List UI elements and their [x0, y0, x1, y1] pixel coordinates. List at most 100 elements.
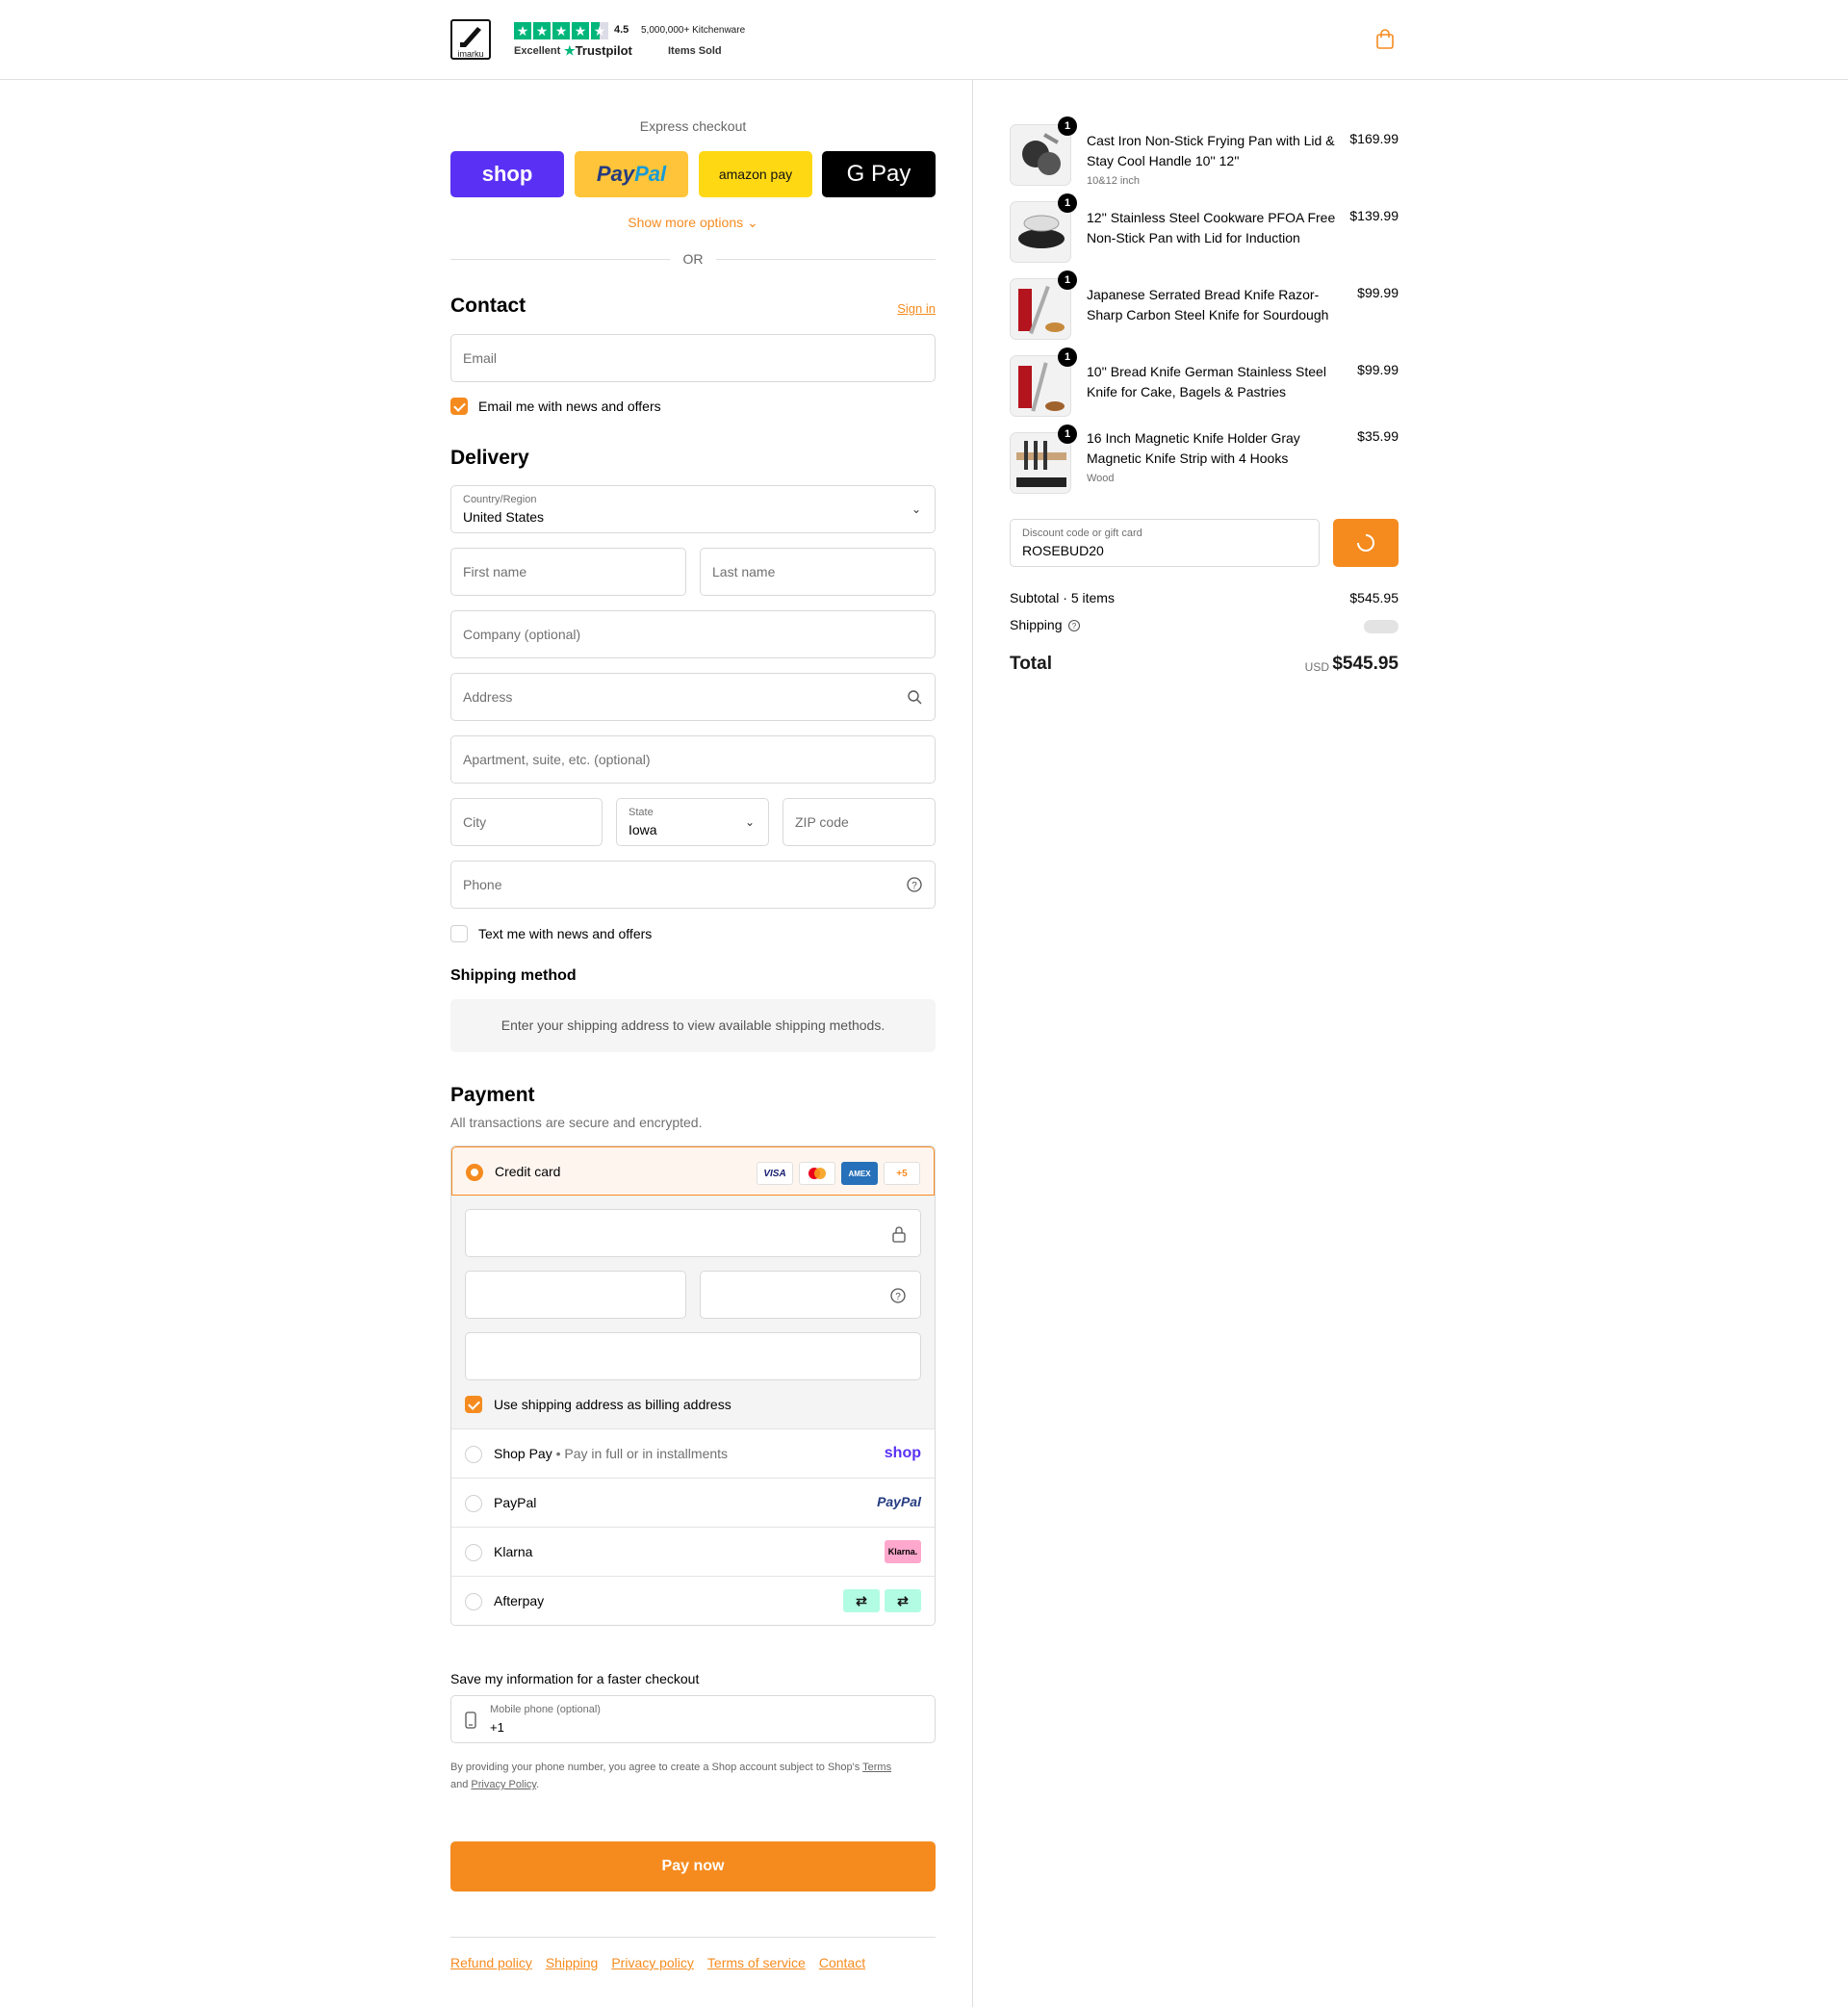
help-icon[interactable]: ?	[889, 1287, 907, 1304]
total-label: Total	[1010, 654, 1052, 674]
pay-now-button[interactable]: Pay now	[450, 1841, 936, 1891]
svg-text:?: ?	[895, 1292, 901, 1302]
klarna-radio[interactable]	[465, 1544, 482, 1561]
shipping-label: Shipping	[1010, 617, 1063, 632]
city-field[interactable]: City	[450, 798, 603, 846]
company-field[interactable]: Company (optional)	[450, 610, 936, 658]
text-opt-in-label: Text me with news and offers	[478, 926, 653, 941]
product-title: 12'' Stainless Steel Cookware PFOA Free …	[1087, 210, 1336, 245]
apartment-field[interactable]: Apartment, suite, etc. (optional)	[450, 735, 936, 784]
email-opt-in-checkbox[interactable]	[450, 398, 468, 415]
security-code-field[interactable]: ?	[700, 1271, 921, 1319]
credit-card-form: ? Use shipping address as billing addres…	[451, 1196, 935, 1428]
shopping-bag-icon[interactable]	[1375, 29, 1395, 50]
loading-spinner-icon	[1357, 534, 1374, 552]
email-opt-in-label: Email me with news and offers	[478, 399, 661, 414]
city-placeholder: City	[463, 814, 487, 830]
state-label: State	[629, 807, 654, 818]
paypal-express-button[interactable]: Pay Pal	[575, 151, 688, 197]
help-icon[interactable]: ?	[1067, 619, 1081, 632]
paypal-logo: PayPal	[877, 1494, 921, 1509]
trustpilot-badge: ★ ★ ★ ★ ★ 4.5 Excellent ★Trustpilot	[514, 22, 632, 58]
amazon-pay-express-button[interactable]: amazon pay	[699, 151, 812, 197]
privacy-policy-link[interactable]: Privacy Policy	[471, 1779, 536, 1790]
quantity-badge: 1	[1058, 193, 1077, 213]
zip-field[interactable]: ZIP code	[783, 798, 936, 846]
card-number-field[interactable]	[465, 1209, 921, 1257]
privacy-policy-link[interactable]: Privacy policy	[611, 1955, 694, 1970]
afterpay-logo-icon: ⇄	[843, 1589, 880, 1612]
footer-links: Refund policy Shipping Privacy policy Te…	[450, 1955, 865, 1970]
trustpilot-brand: ★Trustpilot	[564, 43, 632, 59]
text-opt-in-checkbox[interactable]	[450, 925, 468, 942]
svg-text:?: ?	[911, 881, 917, 891]
express-checkout-label: Express checkout	[639, 118, 747, 134]
email-placeholder: Email	[463, 350, 498, 366]
shop-pay-logo: shop	[481, 162, 533, 186]
show-more-options-link[interactable]: Show more options ⌄	[450, 215, 936, 231]
product-title: 16 Inch Magnetic Knife Holder Gray Magne…	[1087, 430, 1300, 466]
state-select[interactable]: State Iowa ⌄	[616, 798, 769, 846]
line-item: 1 16 Inch Magnetic Knife Holder Gray Mag…	[1010, 425, 1399, 500]
expiration-date-field[interactable]	[465, 1271, 686, 1319]
terms-link[interactable]: Terms	[862, 1762, 891, 1773]
country-value: United States	[463, 509, 545, 525]
trustpilot-star-icon: ★	[564, 43, 576, 58]
total-currency: USD	[1304, 660, 1329, 674]
google-pay-logo: G Pay	[846, 161, 911, 187]
payment-subtitle: All transactions are secure and encrypte…	[450, 1115, 703, 1130]
column-divider	[972, 80, 973, 2007]
afterpay-radio[interactable]	[465, 1593, 482, 1610]
amazon-pay-logo: amazon pay	[718, 167, 793, 182]
phone-field[interactable]: Phone ?	[450, 861, 936, 909]
delivery-heading: Delivery	[450, 447, 529, 469]
billing-same-checkbox[interactable]	[465, 1396, 482, 1413]
product-name: 16 Inch Magnetic Knife Holder Gray Magne…	[1087, 428, 1337, 489]
contact-link[interactable]: Contact	[819, 1955, 865, 1970]
svg-text:?: ?	[1072, 622, 1077, 630]
shop-pay-radio[interactable]	[465, 1446, 482, 1463]
google-pay-express-button[interactable]: G Pay	[822, 151, 936, 197]
afterpay-option[interactable]: Afterpay ⇄ ⇄	[451, 1576, 935, 1625]
legal-text-1: By providing your phone number, you agre…	[450, 1762, 863, 1773]
terms-of-service-link[interactable]: Terms of service	[707, 1955, 806, 1970]
last-name-field[interactable]: Last name	[700, 548, 936, 596]
product-price: $35.99	[1357, 428, 1399, 444]
shipping-link[interactable]: Shipping	[546, 1955, 599, 1970]
help-icon[interactable]: ?	[906, 876, 923, 893]
country-select[interactable]: Country/Region United States ⌄	[450, 485, 936, 533]
sign-in-link[interactable]: Sign in	[897, 301, 936, 316]
contact-heading: Contact	[450, 295, 526, 317]
discount-code-field[interactable]: Discount code or gift card ROSEBUD20	[1010, 519, 1320, 567]
shop-pay-option[interactable]: Shop Pay • Pay in full or in installment…	[451, 1428, 935, 1478]
paypal-option[interactable]: PayPal PayPal	[451, 1478, 935, 1527]
klarna-logo: Klarna.	[885, 1540, 921, 1563]
credit-card-radio[interactable]	[466, 1164, 483, 1181]
credit-card-option[interactable]: Credit card VISA AMEX +5	[451, 1146, 935, 1196]
email-field[interactable]: Email	[450, 334, 936, 382]
refund-policy-link[interactable]: Refund policy	[450, 1955, 532, 1970]
address-field[interactable]: Address	[450, 673, 936, 721]
payment-heading: Payment	[450, 1084, 535, 1106]
paypal-radio[interactable]	[465, 1495, 482, 1512]
star-icon: ★	[572, 22, 589, 39]
product-title: 10'' Bread Knife German Stainless Steel …	[1087, 364, 1326, 399]
mobile-phone-icon	[465, 1711, 476, 1729]
product-name: 10'' Bread Knife German Stainless Steel …	[1087, 362, 1337, 402]
trustpilot-brand-text: Trustpilot	[575, 43, 632, 58]
mobile-phone-field[interactable]: Mobile phone (optional) +1	[450, 1695, 936, 1743]
line-item: 1 Japanese Serrated Bread Knife Razor-Sh…	[1010, 270, 1399, 346]
address-placeholder: Address	[463, 689, 513, 705]
name-on-card-field[interactable]	[465, 1332, 921, 1380]
apartment-placeholder: Apartment, suite, etc. (optional)	[463, 752, 651, 767]
store-logo-text: imarku	[457, 49, 484, 59]
klarna-option[interactable]: Klarna Klarna.	[451, 1527, 935, 1576]
shop-pay-express-button[interactable]: shop	[450, 151, 564, 197]
quantity-badge: 1	[1058, 425, 1077, 444]
first-name-field[interactable]: First name	[450, 548, 686, 596]
half-star-icon: ★	[591, 22, 608, 39]
apply-discount-button[interactable]	[1333, 519, 1399, 567]
visa-icon: VISA	[757, 1162, 793, 1185]
line-item: 1 12'' Stainless Steel Cookware PFOA Fre…	[1010, 193, 1399, 269]
last-name-placeholder: Last name	[712, 564, 776, 579]
